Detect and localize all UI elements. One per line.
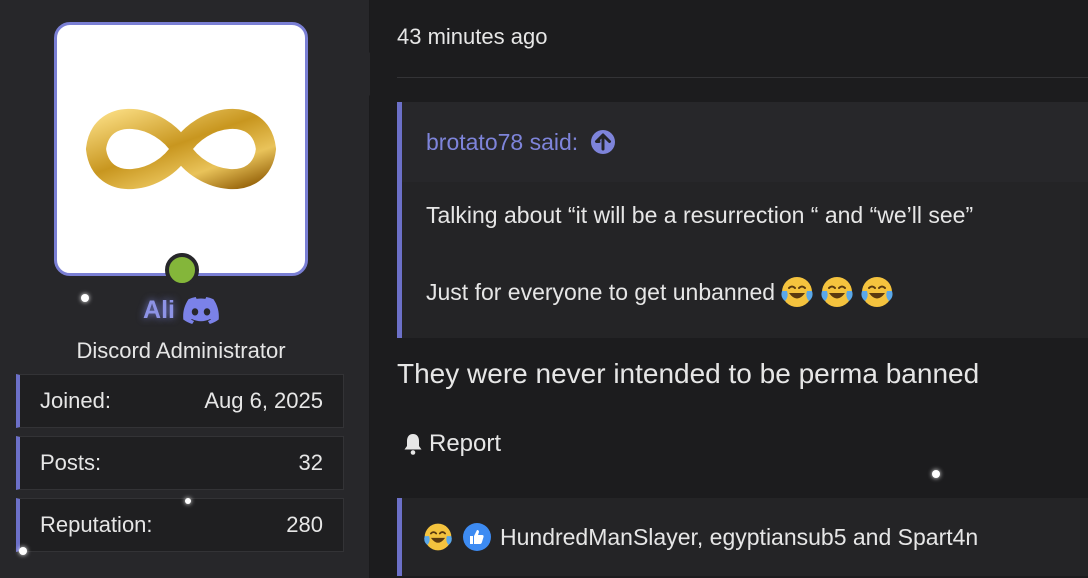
sparkle-decoration: [19, 547, 27, 555]
user-title: Discord Administrator: [76, 338, 286, 363]
stat-joined: Joined: Aug 6, 2025: [16, 374, 344, 428]
bell-icon: [404, 434, 422, 455]
post-timestamp[interactable]: 43 minutes ago: [397, 24, 547, 50]
report-button[interactable]: Report: [401, 430, 501, 458]
header-divider: [397, 77, 1088, 78]
reactions-users[interactable]: HundredManSlayer, egyptiansub5 and Spart…: [500, 524, 978, 551]
stat-value: 280: [286, 512, 323, 537]
like-icon: [463, 523, 491, 551]
sparkle-decoration: [932, 470, 940, 478]
sparkle-decoration: [81, 294, 89, 302]
infinity-logo: [85, 108, 277, 190]
quote-header: brotato78 said:: [402, 102, 1088, 182]
quote-text: Talking about “it will be a resurrection…: [426, 202, 974, 228]
user-sidebar: Ali Discord Administrator Joined: Aug 6,…: [0, 0, 370, 578]
stat-reputation: Reputation: 280: [16, 498, 344, 552]
online-status-indicator: [165, 253, 199, 287]
laughing-crying-emoji: [821, 277, 853, 307]
stat-label: Posts:: [40, 450, 102, 475]
reactions-bar[interactable]: HundredManSlayer, egyptiansub5 and Spart…: [397, 498, 1088, 576]
quote-author-link[interactable]: brotato78 said:: [426, 129, 578, 156]
stat-label: Joined:: [40, 388, 111, 413]
discord-icon: [183, 296, 219, 324]
username-link[interactable]: Ali: [143, 296, 175, 325]
avatar[interactable]: [54, 22, 308, 276]
arrow-up-circle-icon[interactable]: [590, 129, 616, 155]
sparkle-decoration: [185, 498, 191, 504]
message-pointer: [350, 52, 370, 96]
quote-line: Just for everyone to get unbanned: [426, 274, 895, 310]
quote-text: Just for everyone to get unbanned: [426, 278, 776, 305]
quote-line: Talking about “it will be a resurrection…: [426, 202, 973, 229]
stat-label: Reputation:: [40, 512, 153, 537]
stat-value: 32: [298, 450, 323, 475]
message-body: They were never intended to be perma ban…: [397, 358, 980, 389]
report-label: Report: [429, 430, 502, 457]
laughing-crying-emoji: [424, 523, 452, 551]
laughing-crying-emoji: [861, 277, 893, 307]
stat-posts: Posts: 32: [16, 436, 344, 490]
username-row: Ali: [0, 296, 362, 325]
laughing-crying-emoji: [781, 277, 813, 307]
stat-value: Aug 6, 2025: [204, 388, 323, 413]
quote-block: brotato78 said: Talking about “it will b…: [397, 102, 1088, 338]
